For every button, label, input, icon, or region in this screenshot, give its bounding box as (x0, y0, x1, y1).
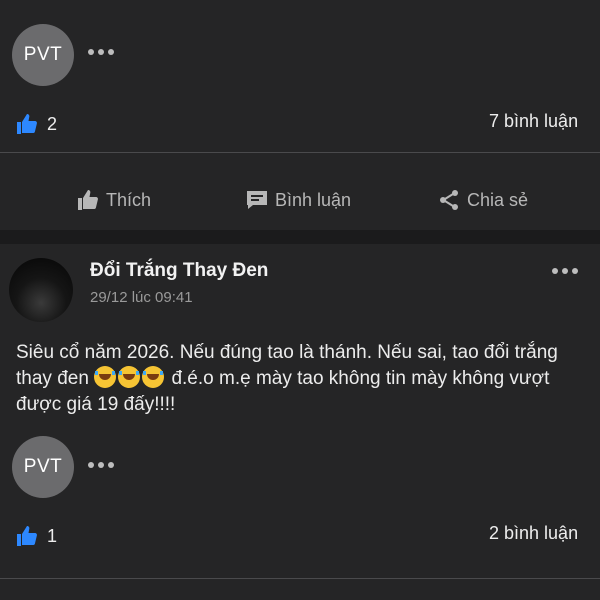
comment-count-link[interactable]: 2 bình luận (489, 523, 578, 544)
avatar[interactable]: PVT (12, 24, 74, 86)
like-summary[interactable]: 1 (15, 524, 57, 548)
laughing-emoji-icon (118, 366, 141, 388)
comment-icon (247, 191, 267, 209)
avatar-initials: PVT (23, 456, 63, 477)
comment-button[interactable]: Bình luận (245, 188, 351, 212)
share-icon (440, 190, 458, 210)
like-button[interactable]: Thích (76, 188, 151, 212)
laughing-emoji-icon (94, 366, 117, 388)
post-text: Siêu cổ năm 2026. Nếu đúng tao là thánh.… (16, 340, 586, 418)
comment-button-label: Bình luận (275, 189, 352, 210)
more-options-icon[interactable] (88, 462, 114, 468)
like-count: 2 (47, 113, 58, 134)
post-separator (0, 230, 600, 244)
share-button[interactable]: Chia sẻ (437, 188, 528, 212)
post-timestamp[interactable]: 29/12 lúc 09:41 (90, 289, 193, 306)
like-count: 1 (47, 525, 58, 546)
like-summary[interactable]: 2 (15, 112, 57, 136)
divider (0, 152, 600, 153)
avatar[interactable]: PVT (12, 436, 74, 498)
thumbs-up-icon (17, 114, 37, 134)
more-options-icon[interactable] (552, 268, 578, 274)
divider (0, 578, 600, 579)
avatar-initials: PVT (23, 44, 63, 65)
like-button-label: Thích (106, 189, 152, 210)
laughing-emoji-icon (142, 366, 165, 388)
share-button-label: Chia sẻ (467, 189, 529, 210)
author-avatar[interactable] (9, 258, 73, 322)
comment-count-link[interactable]: 7 bình luận (489, 111, 578, 132)
thumbs-up-icon (17, 526, 37, 546)
more-options-icon[interactable] (88, 49, 114, 55)
author-name[interactable]: Đổi Trắng Thay Đen (90, 260, 268, 282)
thumbs-up-icon (78, 190, 98, 210)
